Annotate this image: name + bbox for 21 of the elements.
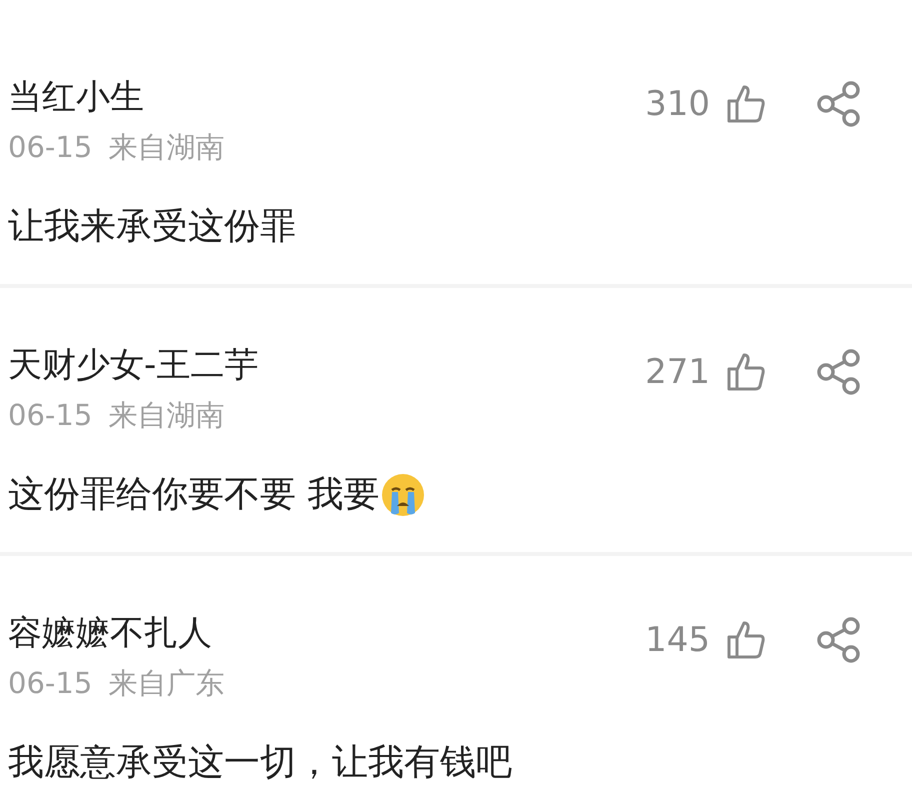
comment-location: 来自湖南 bbox=[108, 129, 224, 166]
user-name[interactable]: 天财少女-王二芋 bbox=[8, 343, 258, 387]
thumbs-up-icon[interactable] bbox=[726, 84, 766, 124]
like-count: 145 bbox=[645, 620, 710, 660]
share-icon[interactable] bbox=[816, 349, 862, 395]
comment-location: 来自湖南 bbox=[108, 397, 224, 434]
comment-location: 来自广东 bbox=[108, 665, 224, 702]
comment-text: 我愿意承受这一切，让我有钱吧 bbox=[8, 741, 512, 785]
thumbs-up-icon[interactable] bbox=[726, 620, 766, 660]
user-name[interactable]: 当红小生 bbox=[8, 75, 224, 119]
comment-date: 06-15 bbox=[8, 397, 92, 434]
comment-text: 让我来承受这份罪 bbox=[8, 205, 296, 249]
thumbs-up-icon[interactable] bbox=[726, 352, 766, 392]
like-count: 271 bbox=[645, 352, 710, 392]
like-count: 310 bbox=[645, 84, 710, 124]
share-icon[interactable] bbox=[816, 617, 862, 663]
comment-date: 06-15 bbox=[8, 665, 92, 702]
comment-text: 这份罪给你要不要 我要 bbox=[8, 473, 380, 517]
user-name[interactable]: 容嬷嬷不扎人 bbox=[8, 611, 224, 655]
share-icon[interactable] bbox=[816, 81, 862, 127]
comment-date: 06-15 bbox=[8, 129, 92, 166]
